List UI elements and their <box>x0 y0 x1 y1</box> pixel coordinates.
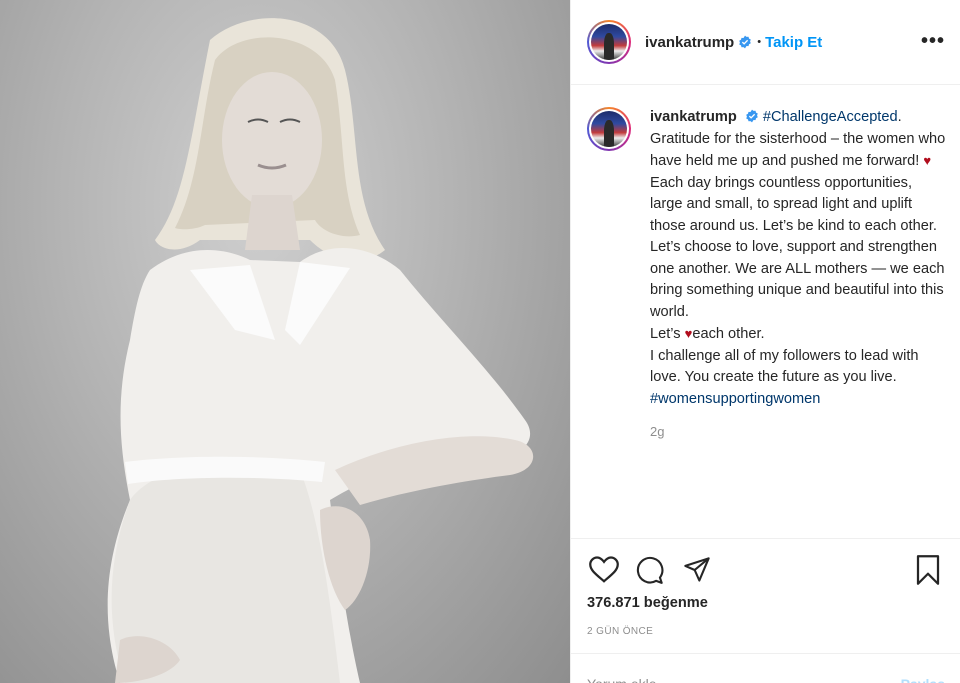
post-comment-button[interactable]: Paylaş <box>901 656 945 683</box>
avatar[interactable] <box>587 20 631 64</box>
like-count[interactable]: 376.871 beğenme <box>587 595 708 611</box>
comment-icon[interactable] <box>633 553 667 587</box>
hashtag-link[interactable]: #womensupportingwomen <box>650 391 820 407</box>
post-side-panel: ivankatrump • Takip Et ••• ivankatrump #… <box>570 0 960 683</box>
caption-paragraph: I challenge all of my followers to lead … <box>650 347 919 386</box>
heart-emoji-icon: ♥ <box>923 153 932 168</box>
comment-input[interactable] <box>587 655 901 683</box>
caption-username[interactable]: ivankatrump <box>650 109 737 125</box>
post-photo[interactable] <box>0 0 570 683</box>
caption-paragraph: Let’s <box>650 326 685 342</box>
actions-section: 376.871 beğenme 2 GÜN ÖNCE Paylaş <box>571 538 960 683</box>
caption-area: ivankatrump #ChallengeAccepted. Gratitud… <box>571 85 960 537</box>
heart-outline-icon[interactable] <box>587 553 621 587</box>
caption-avatar[interactable] <box>587 107 631 151</box>
caption-text: ivankatrump #ChallengeAccepted. Gratitud… <box>650 107 946 410</box>
hashtag-link[interactable]: #ChallengeAccepted <box>763 109 898 125</box>
bookmark-icon[interactable] <box>911 553 945 587</box>
separator-dot: • <box>757 36 762 48</box>
share-icon[interactable] <box>680 553 714 587</box>
comment-bar: Paylaş <box>571 653 960 683</box>
verified-badge-icon <box>739 35 751 49</box>
avatar-image <box>591 24 627 60</box>
header-username[interactable]: ivankatrump <box>645 34 734 51</box>
portrait-illustration <box>107 18 534 683</box>
caption-paragraph: Each day brings countless opportunities,… <box>650 174 945 320</box>
follow-button[interactable]: Takip Et <box>765 34 822 51</box>
post-header: ivankatrump • Takip Et ••• <box>571 0 960 85</box>
instagram-post: ivankatrump • Takip Et ••• ivankatrump #… <box>0 0 960 683</box>
caption-paragraph: each other. <box>692 326 765 342</box>
more-options-icon[interactable]: ••• <box>921 30 945 53</box>
verified-badge-icon <box>746 109 758 123</box>
post-date[interactable]: 2 GÜN ÖNCE <box>587 626 653 637</box>
caption-time[interactable]: 2g <box>650 424 945 439</box>
action-icons <box>587 553 945 587</box>
